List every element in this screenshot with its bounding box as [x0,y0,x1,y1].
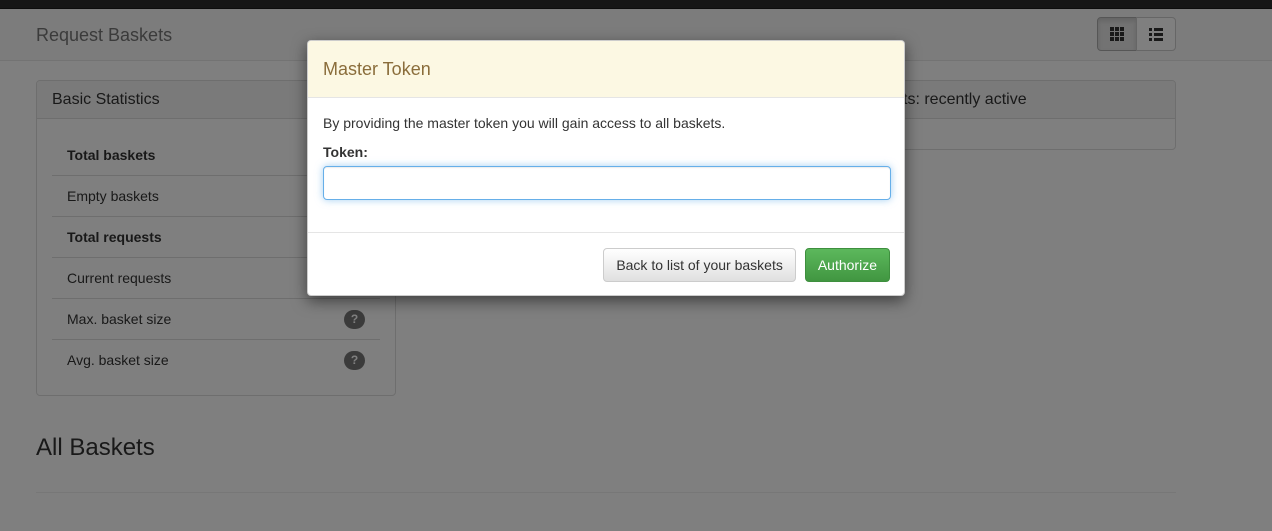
modal-header: Master Token [308,41,904,98]
token-label: Token: [323,144,368,160]
token-input[interactable] [323,166,891,200]
back-to-baskets-button[interactable]: Back to list of your baskets [603,248,796,282]
modal-title: Master Token [323,59,431,79]
authorize-button[interactable]: Authorize [804,248,890,282]
modal-footer: Back to list of your baskets Authorize [308,232,904,295]
modal-description: By providing the master token you will g… [323,115,726,131]
modal-body: By providing the master token you will g… [308,98,904,232]
master-token-dialog: Master Token By providing the master tok… [307,40,905,296]
